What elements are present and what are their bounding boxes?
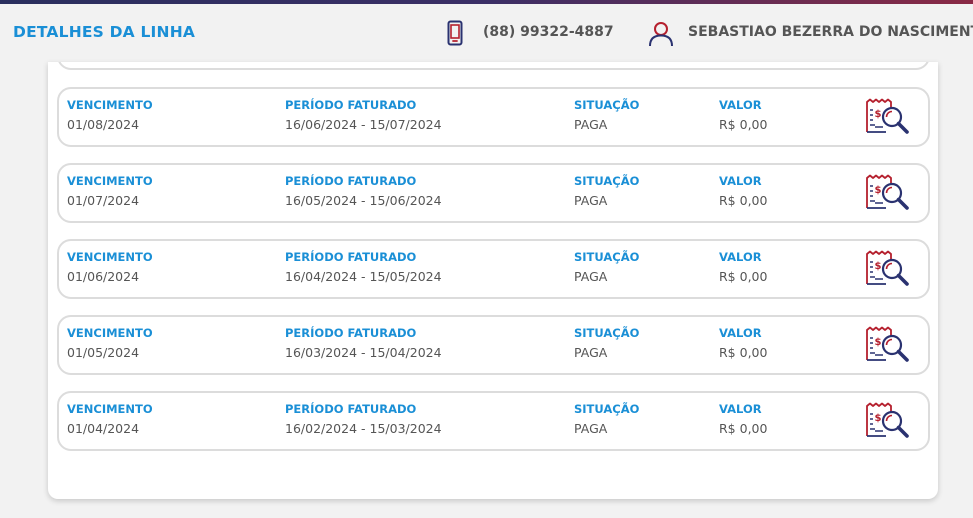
invoice-row: VENCIMENTO 01/07/2024 PERÍODO FATURADO 1… (57, 163, 930, 223)
invoice-search-icon[interactable]: $ (864, 174, 910, 212)
invoice-search-icon[interactable]: $ (864, 326, 910, 364)
invoice-row: VENCIMENTO 01/06/2024 PERÍODO FATURADO 1… (57, 239, 930, 299)
status-label: SITUAÇÃO (574, 98, 640, 112)
amount-value: R$ 0,00 (719, 269, 768, 284)
amount-label: VALOR (719, 326, 762, 340)
status-label: SITUAÇÃO (574, 174, 640, 188)
due-date-field: VENCIMENTO 01/05/2024 (67, 326, 153, 360)
due-date-field: VENCIMENTO 01/04/2024 (67, 402, 153, 436)
due-date-value: 01/06/2024 (67, 269, 140, 284)
amount-field: VALOR R$ 0,00 (719, 98, 767, 132)
billing-period-label: PERÍODO FATURADO (285, 250, 417, 264)
amount-label: VALOR (719, 174, 762, 188)
invoice-list-card: VENCIMENTO 01/08/2024 PERÍODO FATURADO 1… (48, 62, 938, 499)
billing-period-value: 16/04/2024 - 15/05/2024 (285, 269, 442, 284)
svg-text:$: $ (875, 109, 882, 120)
due-date-label: VENCIMENTO (67, 326, 153, 340)
invoice-row-partial (57, 62, 930, 70)
status-field: SITUAÇÃO PAGA (574, 250, 639, 284)
due-date-field: VENCIMENTO 01/08/2024 (67, 98, 153, 132)
due-date-value: 01/05/2024 (67, 345, 140, 360)
due-date-field: VENCIMENTO 01/07/2024 (67, 174, 153, 208)
invoice-row: VENCIMENTO 01/04/2024 PERÍODO FATURADO 1… (57, 391, 930, 451)
status-value: PAGA (574, 345, 608, 360)
billing-period-value: 16/03/2024 - 15/04/2024 (285, 345, 442, 360)
status-field: SITUAÇÃO PAGA (574, 402, 639, 436)
billing-period-label: PERÍODO FATURADO (285, 98, 417, 112)
amount-value: R$ 0,00 (719, 117, 768, 132)
status-field: SITUAÇÃO PAGA (574, 174, 639, 208)
status-field: SITUAÇÃO PAGA (574, 326, 639, 360)
due-date-label: VENCIMENTO (67, 402, 153, 416)
amount-label: VALOR (719, 250, 762, 264)
billing-period-label: PERÍODO FATURADO (285, 326, 417, 340)
amount-field: VALOR R$ 0,00 (719, 402, 767, 436)
amount-field: VALOR R$ 0,00 (719, 250, 767, 284)
billing-period-value: 16/05/2024 - 15/06/2024 (285, 193, 442, 208)
status-label: SITUAÇÃO (574, 250, 640, 264)
invoice-search-icon[interactable]: $ (864, 402, 910, 440)
due-date-label: VENCIMENTO (67, 174, 153, 188)
amount-value: R$ 0,00 (719, 421, 768, 436)
amount-label: VALOR (719, 402, 762, 416)
invoice-search-icon[interactable]: $ (864, 250, 910, 288)
status-value: PAGA (574, 269, 608, 284)
due-date-label: VENCIMENTO (67, 98, 153, 112)
due-date-label: VENCIMENTO (67, 250, 153, 264)
billing-period-field: PERÍODO FATURADO 16/04/2024 - 15/05/2024 (285, 250, 442, 284)
user-name: SEBASTIAO BEZERRA DO NASCIMENTO (688, 24, 973, 40)
status-value: PAGA (574, 193, 608, 208)
status-field: SITUAÇÃO PAGA (574, 98, 639, 132)
billing-period-label: PERÍODO FATURADO (285, 174, 417, 188)
due-date-value: 01/04/2024 (67, 421, 140, 436)
billing-period-field: PERÍODO FATURADO 16/05/2024 - 15/06/2024 (285, 174, 442, 208)
billing-period-field: PERÍODO FATURADO 16/02/2024 - 15/03/2024 (285, 402, 442, 436)
svg-text:$: $ (875, 261, 882, 272)
svg-text:$: $ (875, 337, 882, 348)
amount-value: R$ 0,00 (719, 193, 768, 208)
billing-period-value: 16/06/2024 - 15/07/2024 (285, 117, 442, 132)
status-value: PAGA (574, 421, 608, 436)
billing-period-value: 16/02/2024 - 15/03/2024 (285, 421, 442, 436)
svg-text:$: $ (875, 413, 882, 424)
billing-period-label: PERÍODO FATURADO (285, 402, 417, 416)
due-date-value: 01/07/2024 (67, 193, 140, 208)
invoice-row: VENCIMENTO 01/05/2024 PERÍODO FATURADO 1… (57, 315, 930, 375)
due-date-field: VENCIMENTO 01/06/2024 (67, 250, 153, 284)
invoice-search-icon[interactable]: $ (864, 98, 910, 136)
billing-period-field: PERÍODO FATURADO 16/03/2024 - 15/04/2024 (285, 326, 442, 360)
status-value: PAGA (574, 117, 608, 132)
user-icon (649, 22, 673, 47)
header: DETALHES DA LINHA (88) 99322-4887 SEBAST… (0, 4, 973, 62)
amount-field: VALOR R$ 0,00 (719, 174, 767, 208)
status-label: SITUAÇÃO (574, 326, 640, 340)
smartphone-icon (447, 20, 463, 46)
svg-text:$: $ (875, 185, 882, 196)
amount-label: VALOR (719, 98, 762, 112)
phone-number: (88) 99322-4887 (483, 24, 614, 40)
status-label: SITUAÇÃO (574, 402, 640, 416)
amount-value: R$ 0,00 (719, 345, 768, 360)
due-date-value: 01/08/2024 (67, 117, 140, 132)
billing-period-field: PERÍODO FATURADO 16/06/2024 - 15/07/2024 (285, 98, 442, 132)
amount-field: VALOR R$ 0,00 (719, 326, 767, 360)
page-title: DETALHES DA LINHA (13, 23, 196, 41)
invoice-row: VENCIMENTO 01/08/2024 PERÍODO FATURADO 1… (57, 87, 930, 147)
